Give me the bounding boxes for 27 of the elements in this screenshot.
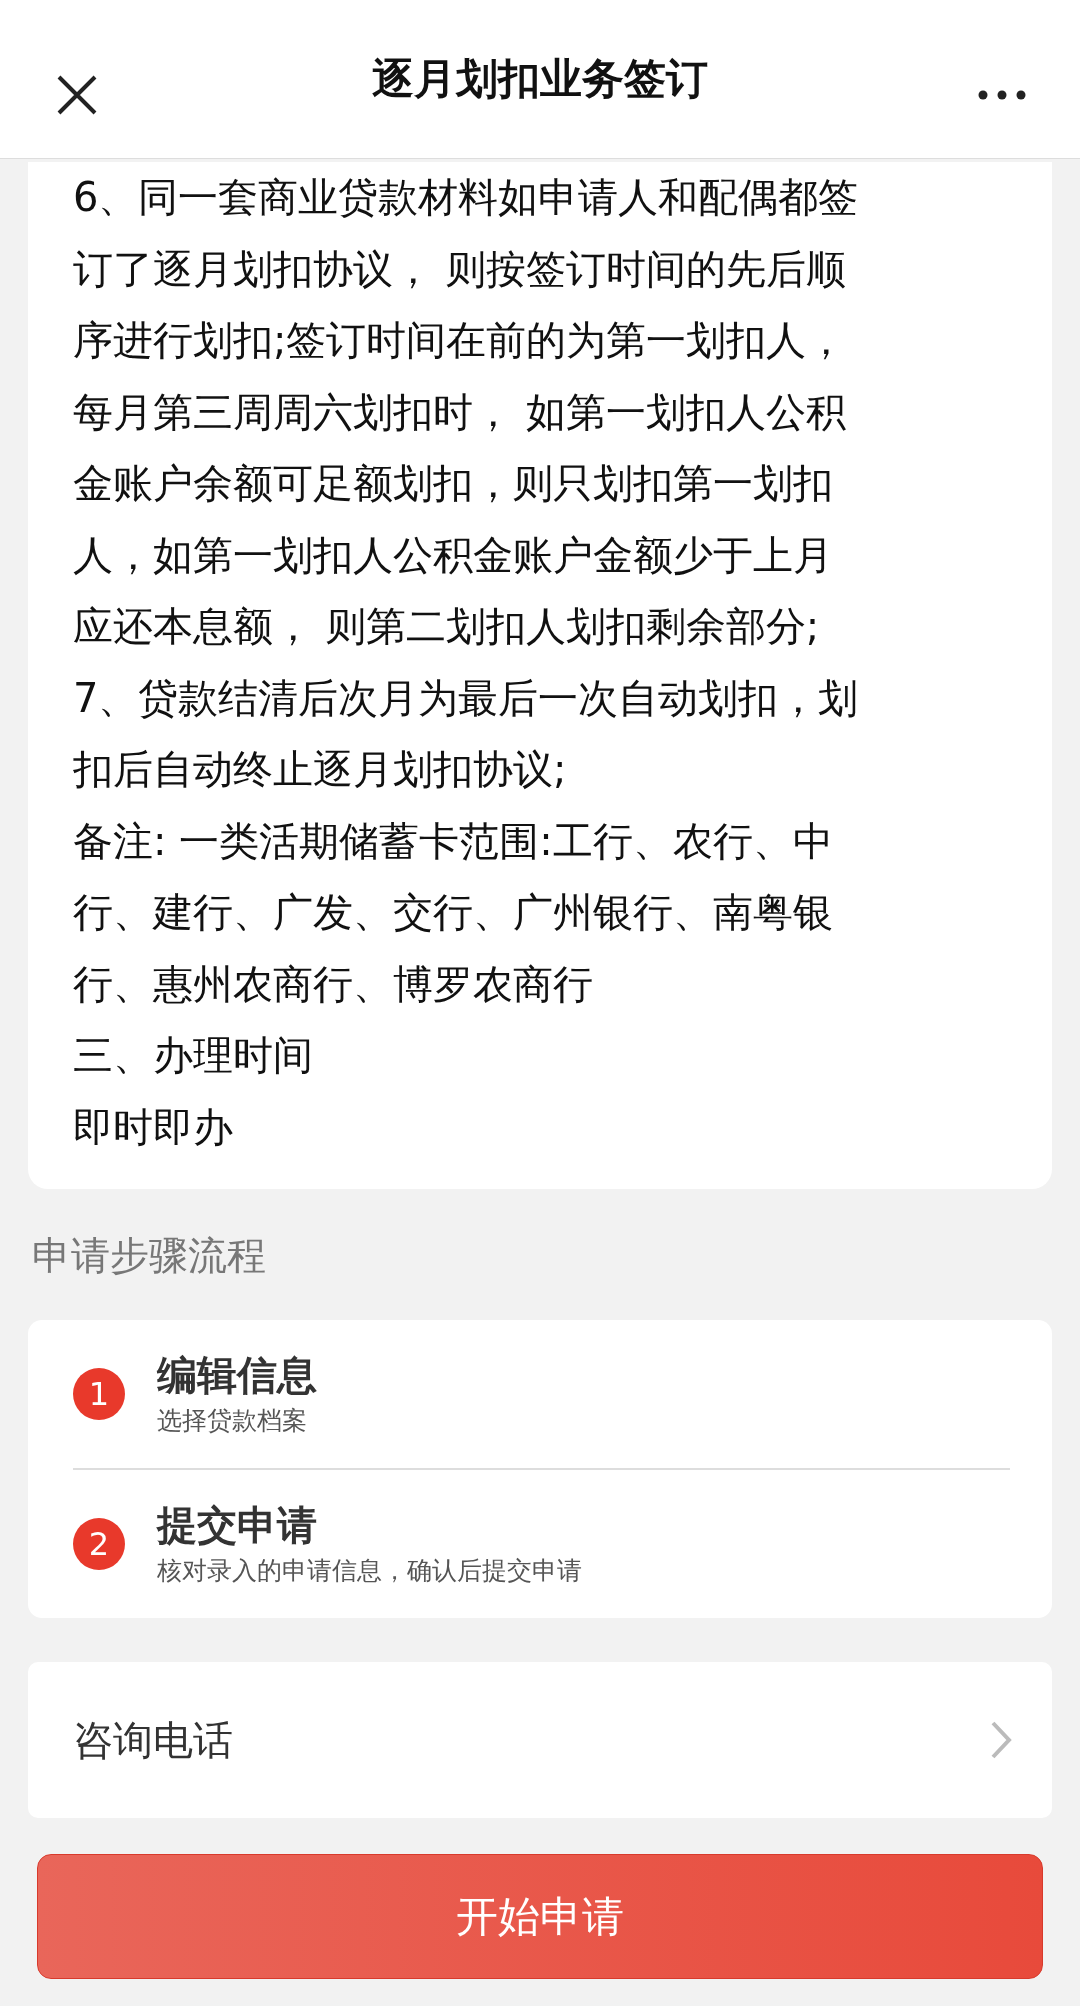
step-title: 提交申请	[157, 1501, 318, 1550]
step-number: 2	[73, 1518, 125, 1570]
start-application-button[interactable]: 开始申请	[37, 1854, 1043, 1979]
notice-text-line: 行、惠州农商行、博罗农商行	[73, 959, 594, 1009]
notice-text-line: 7、贷款结清后次月为最后一次自动划扣，划	[73, 673, 860, 723]
step-title: 编辑信息	[157, 1351, 318, 1400]
notice-text-line: 三、办理时间	[73, 1031, 314, 1080]
page-title: 逐月划扣业务签订	[372, 53, 708, 105]
notice-text-line: 备注: 一类活期储蓄卡范围:工行、农行、中	[73, 816, 834, 866]
notice-text-line: 6、同一套商业贷款材料如申请人和配偶都签	[73, 173, 860, 222]
notice-text-line: 人，如第一划扣人公积金账户金额少于上月	[73, 530, 834, 580]
section-label: 申请步骤流程	[31, 1232, 267, 1280]
notice-text-line: 金账户余额可足额划扣，则只划扣第一划扣	[73, 459, 834, 508]
notice-text-line: 即时即办	[73, 1102, 234, 1152]
notice-text-line: 行、建行、广发、交行、广州银行、南粤银	[73, 888, 834, 937]
close-icon[interactable]	[56, 74, 98, 116]
notice-text-line: 订了逐月划扣协议， 则按签订时间的先后顺	[73, 244, 847, 294]
notice-text-line: 序进行划扣;签订时间在前的为第一划扣人，	[73, 316, 848, 365]
step-subtitle: 核对录入的申请信息，确认后提交申请	[157, 1555, 583, 1587]
consult-phone-row[interactable]: 咨询电话	[28, 1662, 1052, 1818]
notice-text-line: 应还本息额， 则第二划扣人划扣剩余部分;	[73, 602, 821, 651]
more-icon[interactable]	[978, 90, 1026, 100]
notice-text-line: 每月第三周周六划扣时， 如第一划扣人公积	[73, 387, 847, 437]
step-number: 1	[73, 1368, 125, 1420]
step-subtitle: 选择贷款档案	[157, 1405, 308, 1437]
notice-text-line: 扣后自动终止逐月划扣协议;	[73, 745, 568, 794]
chevron-right-icon	[990, 1720, 1012, 1760]
